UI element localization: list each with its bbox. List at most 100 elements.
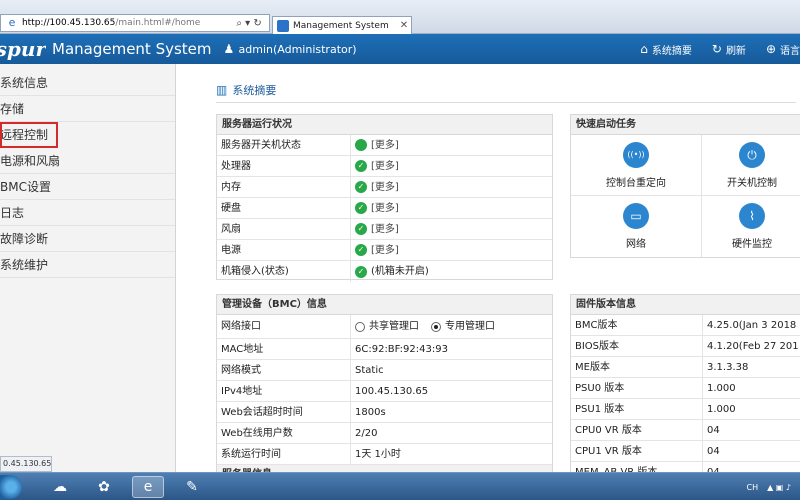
status-key: 硬盘 <box>217 198 351 218</box>
start-button[interactable] <box>0 475 22 499</box>
sidebar-item-remote-control[interactable]: 远程控制 <box>0 122 58 148</box>
server-status-panel: 服务器运行状况 服务器开关机状态 [更多] 处理器 ✓ [更多] 内存 ✓ [更多]… <box>216 114 553 282</box>
browser-toolbar: e http://100.45.130.65/main.html#/home ⌕… <box>0 0 800 34</box>
tab-close-icon[interactable]: ✕ <box>397 20 411 31</box>
sidebar-item-maintenance[interactable]: 系统维护 <box>0 252 175 278</box>
fw-value: 04 <box>707 425 720 436</box>
input-language-indicator[interactable]: CH <box>746 483 758 492</box>
app-header: spur Management System ♟ admin(Administr… <box>0 34 800 64</box>
user-icon: ♟ <box>223 42 235 56</box>
fw-value: 4.25.0(Jan 3 2018 <box>707 320 797 331</box>
fw-value: 4.1.20(Feb 27 201 <box>707 341 799 352</box>
bmc-key: MAC地址 <box>217 339 351 359</box>
fw-key: CPU0 VR 版本 <box>571 420 703 440</box>
tools-icon[interactable]: ✎ <box>176 476 208 498</box>
quick-hardware-monitor[interactable]: ⌇ 硬件监控 <box>702 196 800 257</box>
browser-status-url: 0.45.130.65/ <box>0 456 52 472</box>
more-link[interactable]: [更多] <box>371 240 399 260</box>
bmc-row-timeout: Web会话超时时间 1800s <box>217 402 552 423</box>
tab-favicon-icon <box>277 19 289 32</box>
system-summary-label: 系统摘要 <box>651 45 692 57</box>
more-link[interactable]: [更多] <box>371 156 399 176</box>
power-icon: ⏻ <box>739 141 765 168</box>
quick-network[interactable]: ▭ 网络 <box>571 196 702 257</box>
bmc-key: IPv4地址 <box>217 381 351 401</box>
ok-check-icon: ✓ <box>355 202 367 214</box>
bmc-row-mode: 网络模式 Static <box>217 360 552 381</box>
main-content: ▥ 系统摘要 服务器运行状况 服务器开关机状态 [更多] 处理器 ✓ [更多] 内… <box>176 64 800 485</box>
more-link[interactable]: [更多] <box>371 177 399 197</box>
quick-label: 硬件监控 <box>732 239 772 250</box>
app-title: Management System <box>52 40 212 58</box>
sidebar-item-power-fan[interactable]: 电源和风扇 <box>0 148 175 174</box>
bmc-value: 100.45.130.65 <box>355 385 429 397</box>
more-link[interactable]: [更多] <box>371 135 399 155</box>
internet-explorer-icon[interactable]: e <box>132 476 164 498</box>
status-row-disk: 硬盘 ✓ [更多] <box>217 198 552 219</box>
bmc-info-panel: 管理设备（BMC）信息 网络接口 共享管理口 专用管理口 MAC地址 6C:92… <box>216 294 553 485</box>
globe-icon: ⊕ <box>765 42 776 56</box>
system-summary-button[interactable]: ⌂ 系统摘要 <box>640 42 692 57</box>
fw-row-cpu1-vr: CPU1 VR 版本 04 <box>571 441 800 462</box>
server-status-title: 服务器运行状况 <box>217 115 552 135</box>
bmc-info-title: 管理设备（BMC）信息 <box>217 295 552 315</box>
bmc-value: 6C:92:BF:92:43:93 <box>355 343 448 355</box>
status-row-chassis: 机箱侵入(状态) ✓ (机箱未开启) <box>217 261 552 282</box>
sidebar-item-logs[interactable]: 日志 <box>0 200 175 226</box>
fw-key: PSU1 版本 <box>571 399 703 419</box>
language-label: 语言 <box>780 45 800 57</box>
address-controls[interactable]: ⌕ ▾ ↻ <box>229 18 269 29</box>
quick-launch-title: 快速启动任务 <box>571 115 800 135</box>
sidebar-item-diagnostics[interactable]: 故障诊断 <box>0 226 175 252</box>
more-link[interactable]: [更多] <box>371 198 399 218</box>
quick-label: 开关机控制 <box>727 177 777 189</box>
refresh-button[interactable]: ↻ 刷新 <box>712 42 746 57</box>
quick-power-control[interactable]: ⏻ 开关机控制 <box>702 135 800 196</box>
fw-key: CPU1 VR 版本 <box>571 441 703 461</box>
header-nav: ⌂ 系统摘要 ↻ 刷新 ⊕ 语言 <box>620 34 800 64</box>
network-icon: ▭ <box>623 203 649 229</box>
power-on-icon <box>355 139 367 151</box>
sidebar-item-system-info[interactable]: 系统信息 <box>0 70 175 96</box>
dedicated-port-radio[interactable] <box>431 321 441 332</box>
chassis-status-text: (机箱未开启) <box>371 266 429 277</box>
app-launcher-icon[interactable]: ✿ <box>88 476 120 498</box>
qq-cloud-icon[interactable]: ☁ <box>44 476 76 498</box>
radio-label: 专用管理口 <box>445 320 495 332</box>
more-link[interactable]: [更多] <box>371 219 399 239</box>
language-button[interactable]: ⊕ 语言 <box>766 42 800 57</box>
bmc-value: 1800s <box>355 406 386 418</box>
firmware-panel: 固件版本信息 BMC版本 4.25.0(Jan 3 2018 BIOS版本 4.… <box>570 294 800 483</box>
quick-label: 网络 <box>626 239 646 250</box>
address-url[interactable]: http://100.45.130.65/main.html#/home <box>22 18 229 28</box>
browser-tab[interactable]: Management System ✕ <box>272 16 412 34</box>
address-bar[interactable]: e http://100.45.130.65/main.html#/home ⌕… <box>0 14 270 32</box>
bmc-row-nic: 网络接口 共享管理口 专用管理口 <box>217 315 552 339</box>
sidebar-item-storage[interactable]: 存储 <box>0 96 175 122</box>
system-tray: CH ▲ ▣ ♪ <box>746 473 800 500</box>
bmc-key: 网络接口 <box>217 315 351 338</box>
url-host: http://100.45.130.65 <box>21 18 116 28</box>
fw-value: 1.000 <box>707 404 736 415</box>
quick-console-redirect[interactable]: ((•)) 控制台重定向 <box>571 135 702 196</box>
fw-row-bios: BIOS版本 4.1.20(Feb 27 201 <box>571 336 800 357</box>
fw-value: 1.000 <box>707 383 736 394</box>
fw-value: 04 <box>707 446 720 457</box>
fw-key: BMC版本 <box>571 315 703 335</box>
sidebar-item-bmc-settings[interactable]: BMC设置 <box>0 174 175 200</box>
fw-row-me: ME版本 3.1.3.38 <box>571 357 800 378</box>
tray-icons[interactable]: ▲ ▣ ♪ <box>767 483 791 492</box>
bmc-row-ipv4: IPv4地址 100.45.130.65 <box>217 381 552 402</box>
ok-check-icon: ✓ <box>355 223 367 235</box>
console-redirect-icon: ((•)) <box>623 141 649 168</box>
shared-port-radio[interactable] <box>355 321 365 332</box>
summary-icon: ▥ <box>216 83 228 97</box>
status-row-psu: 电源 ✓ [更多] <box>217 240 552 261</box>
page-title-text: 系统摘要 <box>232 84 277 97</box>
ok-check-icon: ✓ <box>355 181 367 193</box>
current-user[interactable]: ♟ admin(Administrator) <box>224 42 357 56</box>
ok-check-icon: ✓ <box>355 265 367 278</box>
fw-row-psu1: PSU1 版本 1.000 <box>571 399 800 420</box>
bmc-key: 网络模式 <box>217 360 351 380</box>
fw-key: ME版本 <box>571 357 703 377</box>
